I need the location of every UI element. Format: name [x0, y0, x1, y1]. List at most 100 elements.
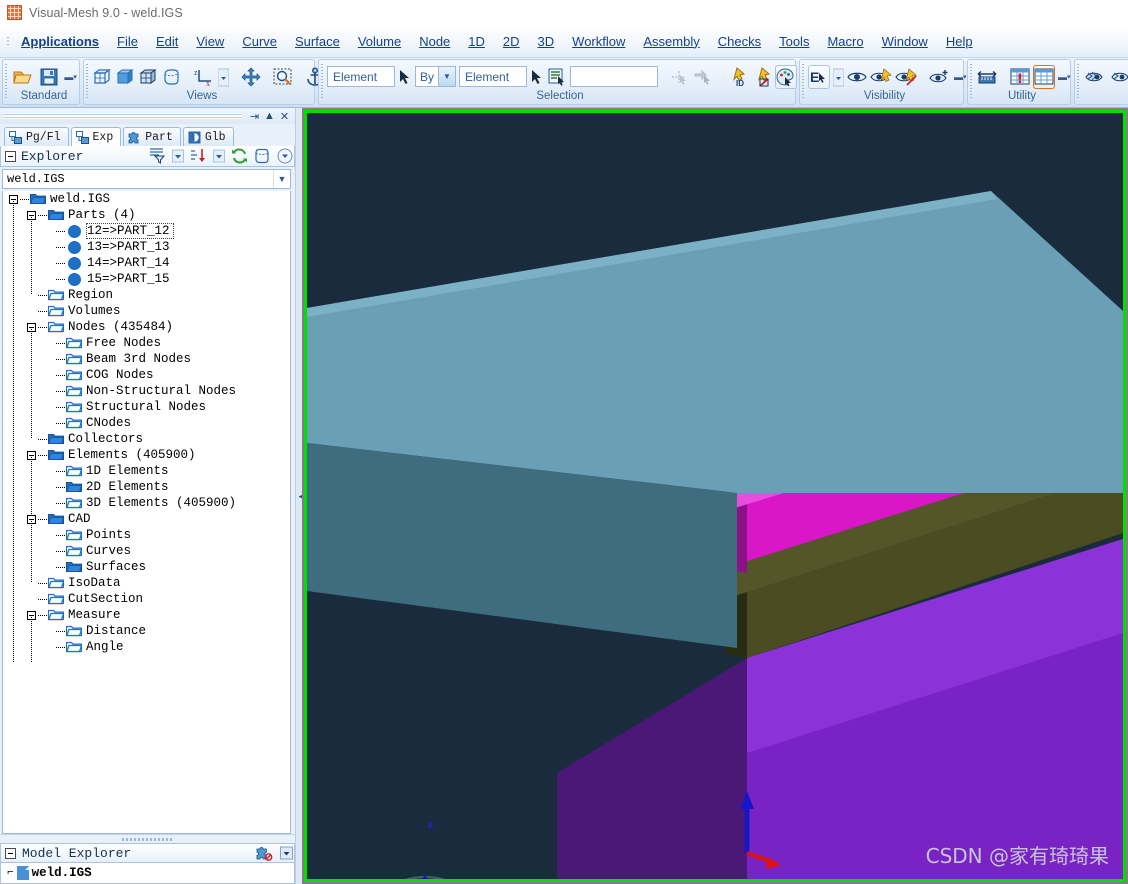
- filter-icon[interactable]: [148, 147, 166, 165]
- grid-table-icon[interactable]: [1033, 64, 1055, 89]
- tree-item-cog-nodes[interactable]: COG Nodes: [3, 359, 290, 391]
- tree-item-elements-405900[interactable]: Elements (405900): [3, 439, 290, 471]
- menu-macro[interactable]: Macro: [818, 31, 872, 52]
- tree-item-parts-4[interactable]: Parts (4): [3, 199, 290, 231]
- reject-select-icon[interactable]: [693, 65, 713, 89]
- tree-item-nodes-435484[interactable]: Nodes (435484): [3, 311, 290, 343]
- tree-item-points[interactable]: Points: [3, 519, 290, 551]
- filter-dropdown-icon[interactable]: [171, 147, 184, 165]
- refresh-icon[interactable]: [230, 147, 248, 165]
- select-by-attr-icon[interactable]: [750, 65, 772, 89]
- menu-2d[interactable]: 2D: [494, 31, 529, 52]
- collapse-up-icon[interactable]: ▲: [262, 110, 277, 122]
- tree-item-region[interactable]: Region: [3, 279, 290, 311]
- list-select-icon[interactable]: [547, 65, 567, 89]
- menu-edit[interactable]: Edit: [147, 31, 187, 52]
- tree-item-13-part-13[interactable]: 13=>PART_13: [3, 231, 290, 263]
- tree-item-15-part-15[interactable]: 15=>PART_15: [3, 263, 290, 295]
- mesh-cube-icon[interactable]: [138, 65, 158, 89]
- cursor-arrow-icon-2[interactable]: [530, 65, 544, 89]
- tree-item-cad[interactable]: CAD: [3, 503, 290, 535]
- menu-view[interactable]: View: [187, 31, 233, 52]
- show-hide-icon[interactable]: [895, 65, 917, 89]
- eye-icon[interactable]: [847, 65, 867, 89]
- tree-item-isodata[interactable]: IsoData: [3, 567, 290, 599]
- mask-add-icon[interactable]: [929, 65, 951, 89]
- selection-id-field[interactable]: [570, 66, 659, 87]
- cursor-arrow-icon[interactable]: [398, 65, 412, 89]
- visibility-overflow-icon[interactable]: ▬ ▾: [954, 66, 967, 88]
- tree-item-cutsection[interactable]: CutSection: [3, 583, 290, 615]
- table-warning-icon[interactable]: [1010, 65, 1030, 89]
- menu-window[interactable]: Window: [873, 31, 937, 52]
- tree-item-weld-igs[interactable]: weld.IGS: [3, 191, 290, 207]
- tree-item-2d-elements[interactable]: 2D Elements: [3, 471, 290, 503]
- tree-item-1d-elements[interactable]: 1D Elements: [3, 455, 290, 487]
- explorer-expander-icon[interactable]: [5, 150, 16, 162]
- model-explorer-expander-icon[interactable]: [5, 847, 16, 859]
- dock-grip[interactable]: [3, 113, 242, 119]
- tree-item-non-structural-nodes[interactable]: Non-Structural Nodes: [3, 375, 290, 407]
- chevron-down-icon[interactable]: ▼: [273, 170, 290, 188]
- menu-1d[interactable]: 1D: [459, 31, 494, 52]
- dock-pin-icon[interactable]: ⇥: [247, 110, 262, 123]
- model-explorer-grip[interactable]: [0, 834, 295, 843]
- menu-curve[interactable]: Curve: [233, 31, 286, 52]
- visibility-dropdown-icon[interactable]: [833, 66, 844, 88]
- options-dropdown-icon[interactable]: [276, 147, 294, 165]
- sort-icon[interactable]: [189, 147, 207, 165]
- viewport-3d[interactable]: z CSDN @家有琦琦果: [302, 108, 1128, 884]
- selection-entity-field[interactable]: Element: [327, 66, 395, 87]
- model-explorer-list[interactable]: ⌐ weld.IGS: [0, 863, 295, 884]
- pan-move-icon[interactable]: [241, 65, 261, 89]
- utility-overflow-icon[interactable]: ▬ ▾: [1058, 66, 1071, 88]
- menu-assembly[interactable]: Assembly: [634, 31, 708, 52]
- tree-item-collectors[interactable]: Collectors: [3, 423, 290, 455]
- standard-overflow-icon[interactable]: ▬ ▾: [64, 66, 77, 88]
- selection-by-combo[interactable]: By ▼: [415, 66, 457, 87]
- close-icon[interactable]: ✕: [277, 110, 292, 123]
- entity-cursor-icon[interactable]: E: [808, 64, 830, 89]
- menu-surface[interactable]: Surface: [286, 31, 349, 52]
- wireframe-cube-icon[interactable]: [92, 65, 112, 89]
- save-disk-icon[interactable]: [38, 65, 62, 89]
- tree-item-curves[interactable]: Curves: [3, 535, 290, 567]
- dropdown-icon[interactable]: [279, 844, 294, 862]
- tree-item-distance[interactable]: Distance: [3, 615, 290, 647]
- menu-applications[interactable]: Applications: [12, 31, 108, 52]
- tree-item-surfaces[interactable]: Surfaces: [3, 551, 290, 583]
- menu-workflow[interactable]: Workflow: [563, 31, 634, 52]
- tree-item-free-nodes[interactable]: Free Nodes: [3, 327, 290, 359]
- tree-item-beam-3rd-nodes[interactable]: Beam 3rd Nodes: [3, 343, 290, 375]
- measure-ruler-icon[interactable]: [976, 65, 998, 89]
- menu-volume[interactable]: Volume: [349, 31, 410, 52]
- box-icon[interactable]: [253, 147, 271, 165]
- tab-exp[interactable]: Exp: [70, 127, 122, 146]
- explorer-tree[interactable]: weld.IGS Parts (4) 12=>PART_12 13=>PART_13 1…: [2, 191, 291, 834]
- tree-item-12-part-12[interactable]: 12=>PART_12: [3, 215, 290, 247]
- select-by-color-icon[interactable]: [775, 64, 798, 89]
- menu-node[interactable]: Node: [410, 31, 459, 52]
- view-fish-hide-icon[interactable]: [1110, 65, 1128, 89]
- plugin-disable-icon[interactable]: [255, 844, 273, 862]
- menu-file[interactable]: File: [108, 31, 147, 52]
- tree-item-14-part-14[interactable]: 14=>PART_14: [3, 247, 290, 279]
- tree-item-volumes[interactable]: Volumes: [3, 295, 290, 327]
- sort-dropdown-icon[interactable]: [212, 147, 225, 165]
- tab-glb[interactable]: Glb: [182, 127, 234, 146]
- menu-checks[interactable]: Checks: [709, 31, 770, 52]
- selection-by-chevron-down-icon[interactable]: ▼: [438, 67, 456, 86]
- tree-item-measure[interactable]: Measure: [3, 599, 290, 631]
- tree-item-cnodes[interactable]: CNodes: [3, 407, 290, 439]
- tree-item-structural-nodes[interactable]: Structural Nodes: [3, 391, 290, 423]
- feature-cube-icon[interactable]: [161, 65, 181, 89]
- advanced-select-icon[interactable]: [670, 65, 690, 89]
- view-fish-icon[interactable]: [1083, 65, 1107, 89]
- tab-pg-fl[interactable]: Pg/Fl: [4, 127, 69, 146]
- tree-item-angle[interactable]: Angle: [3, 631, 290, 663]
- tab-part[interactable]: Part: [123, 127, 181, 146]
- select-by-id-icon[interactable]: ID: [725, 65, 747, 89]
- hide-icon[interactable]: [870, 65, 892, 89]
- views-axis-dropdown-icon[interactable]: [218, 66, 229, 88]
- explorer-filter-combo[interactable]: weld.IGS ▼: [2, 169, 291, 189]
